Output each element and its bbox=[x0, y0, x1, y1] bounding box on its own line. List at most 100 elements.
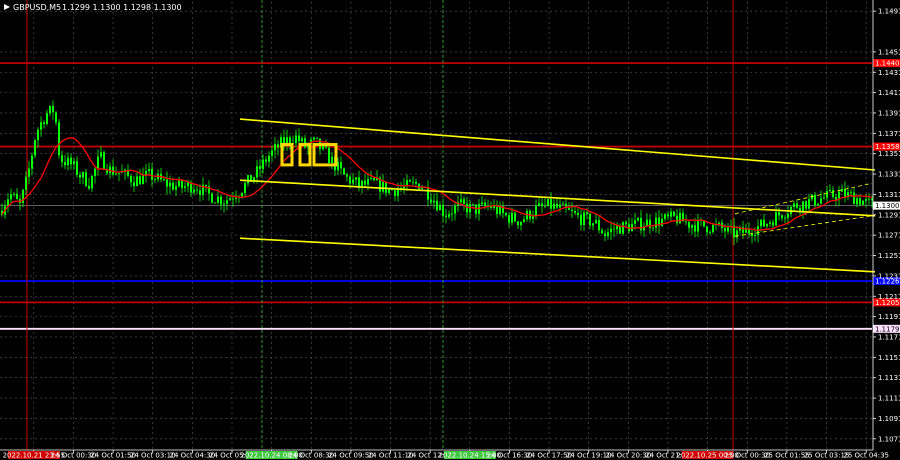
price-tick-label: 1.1451 bbox=[878, 48, 900, 56]
price-tick-label: 1.1111 bbox=[878, 395, 900, 403]
candle-body bbox=[154, 179, 156, 181]
candle-body bbox=[205, 184, 207, 187]
candle-body bbox=[508, 215, 510, 223]
candle-body bbox=[550, 199, 552, 209]
candle-body bbox=[85, 172, 87, 186]
candle-body bbox=[415, 181, 417, 184]
candle-body bbox=[115, 173, 117, 175]
candle-body bbox=[355, 177, 357, 180]
candle-body bbox=[802, 201, 804, 212]
candle-body bbox=[118, 172, 120, 174]
price-tick-label: 1.1131 bbox=[878, 374, 900, 382]
candle-body bbox=[688, 221, 690, 228]
candle-body bbox=[646, 219, 648, 227]
candle-body bbox=[184, 186, 186, 188]
candle-body bbox=[685, 221, 687, 223]
candle-body bbox=[421, 187, 423, 189]
candle-body bbox=[82, 172, 84, 178]
candle-body bbox=[817, 203, 819, 205]
price-tick-label: 1.1231 bbox=[878, 272, 900, 280]
price-tick-label: 1.1311 bbox=[878, 191, 900, 199]
candle-body bbox=[610, 228, 612, 233]
candle-body bbox=[364, 180, 366, 185]
candle-body bbox=[808, 199, 810, 209]
price-tick-label: 1.1391 bbox=[878, 109, 900, 117]
candle-body bbox=[88, 185, 90, 189]
candle-body bbox=[448, 214, 450, 217]
candle-body bbox=[133, 182, 135, 187]
candle-body bbox=[481, 202, 483, 205]
candle-body bbox=[523, 219, 525, 222]
price-tick-label: 1.1151 bbox=[878, 354, 900, 362]
candle-body bbox=[670, 211, 672, 217]
candle-body bbox=[262, 159, 264, 169]
candle-body bbox=[304, 138, 306, 148]
symbol-label: GBPUSD,M5 bbox=[13, 3, 61, 12]
candle-body bbox=[295, 135, 297, 144]
candle-body bbox=[562, 203, 564, 205]
candle-body bbox=[604, 233, 606, 237]
candle-body bbox=[244, 183, 246, 194]
candle-body bbox=[52, 105, 54, 113]
candle-body bbox=[289, 137, 291, 144]
candle-body bbox=[511, 212, 513, 223]
candle-body bbox=[712, 224, 714, 233]
candle-body bbox=[430, 199, 432, 203]
candle-body bbox=[664, 214, 666, 219]
candle-body bbox=[445, 215, 447, 217]
candle-body bbox=[199, 190, 201, 195]
candle-body bbox=[211, 193, 213, 203]
candle-body bbox=[340, 162, 342, 169]
candle-body bbox=[559, 204, 561, 208]
candle-body bbox=[34, 140, 36, 156]
candle-body bbox=[460, 199, 462, 203]
candle-body bbox=[538, 203, 540, 206]
candle-body bbox=[259, 166, 261, 169]
candle-body bbox=[574, 211, 576, 213]
candle-body bbox=[223, 203, 225, 205]
candle-body bbox=[418, 183, 420, 189]
candle-body bbox=[100, 152, 102, 157]
candle-body bbox=[694, 225, 696, 232]
candle-body bbox=[64, 162, 66, 166]
candle-body bbox=[136, 176, 138, 187]
price-tick-label: 1.1411 bbox=[878, 89, 900, 97]
candle-body bbox=[505, 213, 507, 216]
candle-body bbox=[37, 129, 39, 141]
candle-body bbox=[736, 230, 738, 238]
candle-body bbox=[433, 200, 435, 203]
price-chart[interactable]: 1.14401.13581.12051.12261.11791.1300 1.1… bbox=[0, 0, 900, 460]
candle-body bbox=[229, 198, 231, 201]
candle-body bbox=[514, 212, 516, 222]
candle-body bbox=[724, 228, 726, 232]
candle-body bbox=[277, 144, 279, 148]
candle-body bbox=[769, 222, 771, 224]
candle-body bbox=[181, 180, 183, 188]
price-tick-label: 1.1491 bbox=[878, 8, 900, 16]
candle-body bbox=[535, 205, 537, 216]
candle-body bbox=[547, 199, 549, 206]
candle-body bbox=[13, 193, 15, 195]
time-tick-label: 25 Oct 04:35 bbox=[843, 452, 889, 460]
candle-body bbox=[589, 213, 591, 226]
candle-body bbox=[499, 206, 501, 214]
candle-body bbox=[772, 222, 774, 226]
candle-body bbox=[370, 177, 372, 179]
candle-body bbox=[709, 232, 711, 233]
candle-body bbox=[844, 188, 846, 198]
candle-body bbox=[397, 189, 399, 196]
candle-body bbox=[301, 138, 303, 142]
candle-body bbox=[178, 180, 180, 187]
candle-body bbox=[214, 202, 216, 204]
candle-body bbox=[367, 178, 369, 185]
candle-body bbox=[667, 214, 669, 217]
candle-body bbox=[814, 194, 816, 205]
candle-body bbox=[544, 205, 546, 207]
price-tick-label: 1.1191 bbox=[878, 313, 900, 321]
price-tick-label: 1.1291 bbox=[878, 211, 900, 219]
candle-body bbox=[220, 196, 222, 205]
candle-body bbox=[43, 122, 45, 124]
candle-body bbox=[97, 156, 99, 169]
candle-body bbox=[616, 225, 618, 230]
candle-body bbox=[76, 161, 78, 175]
